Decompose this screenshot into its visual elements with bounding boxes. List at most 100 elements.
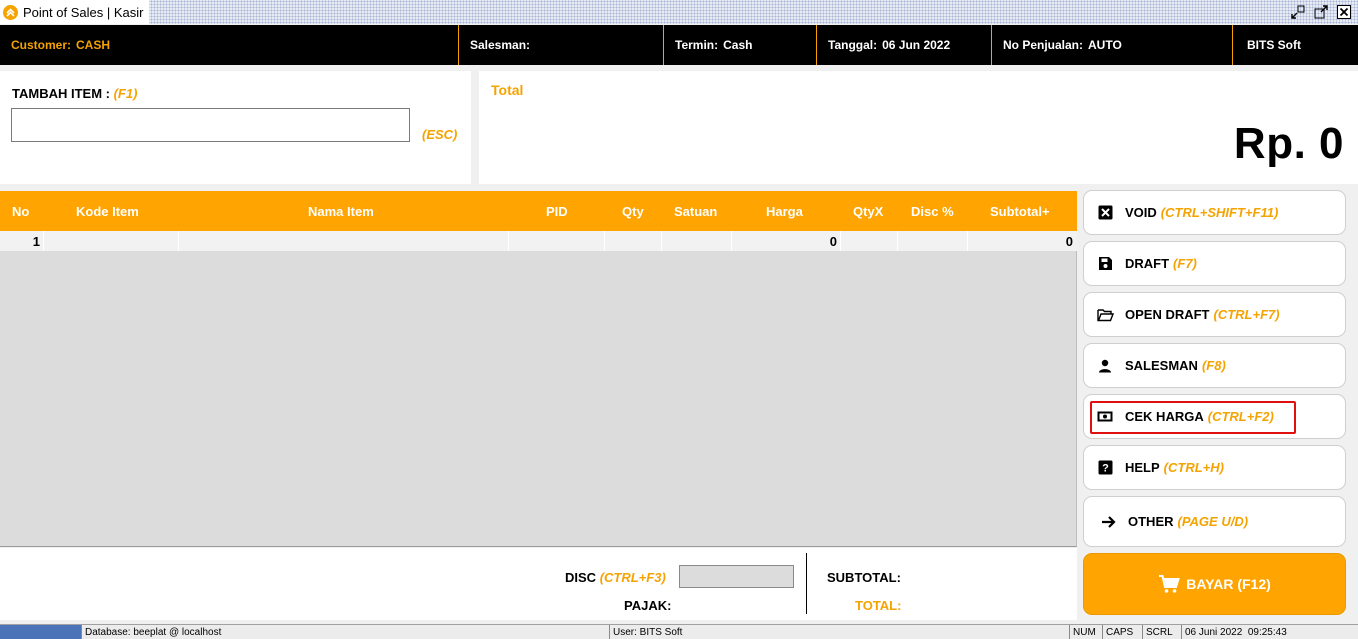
status-scrl: SCRL xyxy=(1142,625,1181,639)
cell-satuan[interactable] xyxy=(662,231,732,251)
status-bar: Database: beeplat @ localhost User: BITS… xyxy=(0,624,1358,639)
title-bar: Point of Sales | Kasir xyxy=(0,0,1358,24)
cek-harga-label: CEK HARGA xyxy=(1125,409,1204,424)
cell-pid[interactable] xyxy=(509,231,605,251)
pajak-label: PAJAK: xyxy=(624,598,672,613)
total-panel: Total Rp. 0 xyxy=(479,71,1358,184)
termin-field[interactable]: Termin: Cash xyxy=(664,25,817,65)
col-subtotal[interactable]: Subtotal+ xyxy=(990,191,1050,231)
cart-icon xyxy=(1158,574,1181,594)
disc-label: DISC (CTRL+F3) xyxy=(565,570,666,585)
cell-harga[interactable]: 0 xyxy=(732,231,841,251)
help-label: HELP xyxy=(1125,460,1160,475)
termin-label: Termin: xyxy=(675,38,719,52)
col-qty[interactable]: Qty xyxy=(622,191,644,231)
status-progress xyxy=(0,625,81,639)
folder-open-icon xyxy=(1096,306,1114,324)
status-database: Database: beeplat @ localhost xyxy=(81,625,609,639)
tambah-item-shortcut: (F1) xyxy=(113,86,138,101)
col-kode-item[interactable]: Kode Item xyxy=(76,191,139,231)
app-logo-icon xyxy=(3,4,18,20)
customer-label: Customer: xyxy=(11,38,72,52)
window-controls xyxy=(1289,3,1352,20)
col-harga[interactable]: Harga xyxy=(766,191,803,231)
company-name: BITS Soft xyxy=(1232,25,1358,65)
total-amount: Rp. 0 xyxy=(1233,119,1344,168)
salesman-label: Salesman: xyxy=(470,38,531,52)
customer-field[interactable]: Customer: CASH xyxy=(0,25,459,65)
money-icon xyxy=(1096,408,1114,426)
maximize-icon[interactable] xyxy=(1312,3,1329,20)
cell-subtotal[interactable]: 0 xyxy=(968,231,1076,251)
void-shortcut: (CTRL+SHIFT+F11) xyxy=(1160,205,1279,220)
tambah-item-label: TAMBAH ITEM : (F1) xyxy=(12,86,137,101)
help-button[interactable]: ? HELP (CTRL+H) xyxy=(1083,445,1346,490)
tambah-item-panel: TAMBAH ITEM : (F1) (ESC) xyxy=(0,71,471,184)
open-draft-button[interactable]: OPEN DRAFT (CTRL+F7) xyxy=(1083,292,1346,337)
status-num: NUM xyxy=(1069,625,1102,639)
tambah-item-label-text: TAMBAH ITEM : xyxy=(12,86,110,101)
cek-harga-shortcut: (CTRL+F2) xyxy=(1207,409,1274,424)
termin-value: Cash xyxy=(723,38,753,52)
cell-qtyx[interactable] xyxy=(841,231,898,251)
salesman-field[interactable]: Salesman: xyxy=(459,25,664,65)
help-shortcut: (CTRL+H) xyxy=(1163,460,1224,475)
cek-harga-button[interactable]: CEK HARGA (CTRL+F2) xyxy=(1083,394,1346,439)
col-qtyx[interactable]: QtyX xyxy=(853,191,883,231)
save-icon xyxy=(1096,255,1114,273)
esc-shortcut-label: (ESC) xyxy=(422,127,458,142)
col-satuan[interactable]: Satuan xyxy=(674,191,717,231)
arrow-right-icon xyxy=(1099,513,1117,531)
no-penjualan-value: AUTO xyxy=(1088,38,1122,52)
info-header: Customer: CASH Salesman: Termin: Cash Ta… xyxy=(0,25,1358,65)
no-penjualan-field[interactable]: No Penjualan: AUTO xyxy=(992,25,1232,65)
draft-button[interactable]: DRAFT (F7) xyxy=(1083,241,1346,286)
tanggal-value: 06 Jun 2022 xyxy=(882,38,951,52)
disc-label-text: DISC xyxy=(565,570,597,585)
summary-divider xyxy=(806,553,807,614)
status-datetime: 06 Juni 2022 09:25:43 xyxy=(1181,625,1358,639)
bayar-label: BAYAR (F12) xyxy=(1186,576,1271,592)
other-shortcut: (PAGE U/D) xyxy=(1177,514,1249,529)
no-penjualan-label: No Penjualan: xyxy=(1003,38,1084,52)
title-wrap: Point of Sales | Kasir xyxy=(0,0,150,24)
open-draft-shortcut: (CTRL+F7) xyxy=(1213,307,1280,322)
person-icon xyxy=(1096,357,1114,375)
summary-area: DISC (CTRL+F3) PAJAK: SUBTOTAL: TOTAL: xyxy=(0,548,1077,620)
col-no[interactable]: No xyxy=(12,191,29,231)
salesman-button[interactable]: SALESMAN (F8) xyxy=(1083,343,1346,388)
svg-text:?: ? xyxy=(1102,463,1109,475)
cell-kode-item[interactable] xyxy=(44,231,179,251)
void-icon xyxy=(1096,204,1114,222)
items-grid[interactable]: No Kode Item Nama Item PID Qty Satuan Ha… xyxy=(0,191,1077,547)
table-row[interactable]: 1 0 0 xyxy=(0,231,1077,251)
open-draft-label: OPEN DRAFT xyxy=(1125,307,1210,322)
salesman-shortcut: (F8) xyxy=(1201,358,1226,373)
cell-no[interactable]: 1 xyxy=(0,231,44,251)
salesman-label-btn: SALESMAN xyxy=(1125,358,1198,373)
cell-nama-item[interactable] xyxy=(179,231,509,251)
col-pid[interactable]: PID xyxy=(546,191,568,231)
tanggal-field[interactable]: Tanggal: 06 Jun 2022 xyxy=(817,25,992,65)
other-button[interactable]: OTHER (PAGE U/D) xyxy=(1083,496,1346,547)
status-user: User: BITS Soft xyxy=(609,625,1069,639)
restore-icon[interactable] xyxy=(1289,3,1306,20)
disc-shortcut: (CTRL+F3) xyxy=(599,570,666,585)
tambah-item-input[interactable] xyxy=(11,108,410,142)
col-nama-item[interactable]: Nama Item xyxy=(308,191,374,231)
close-icon[interactable] xyxy=(1335,3,1352,20)
draft-label: DRAFT xyxy=(1125,256,1170,271)
void-label: VOID xyxy=(1125,205,1157,220)
void-button[interactable]: VOID (CTRL+SHIFT+F11) xyxy=(1083,190,1346,235)
total-label: TOTAL: xyxy=(855,598,902,613)
bayar-button[interactable]: BAYAR (F12) xyxy=(1083,553,1346,615)
cell-qty[interactable] xyxy=(605,231,662,251)
disc-input[interactable] xyxy=(679,565,794,588)
other-label: OTHER xyxy=(1128,514,1174,529)
grid-header: No Kode Item Nama Item PID Qty Satuan Ha… xyxy=(0,191,1077,231)
subtotal-label: SUBTOTAL: xyxy=(827,570,901,585)
draft-shortcut: (F7) xyxy=(1173,256,1197,271)
cell-disc[interactable] xyxy=(898,231,968,251)
col-disc[interactable]: Disc % xyxy=(911,191,954,231)
window-title: Point of Sales | Kasir xyxy=(23,4,144,20)
